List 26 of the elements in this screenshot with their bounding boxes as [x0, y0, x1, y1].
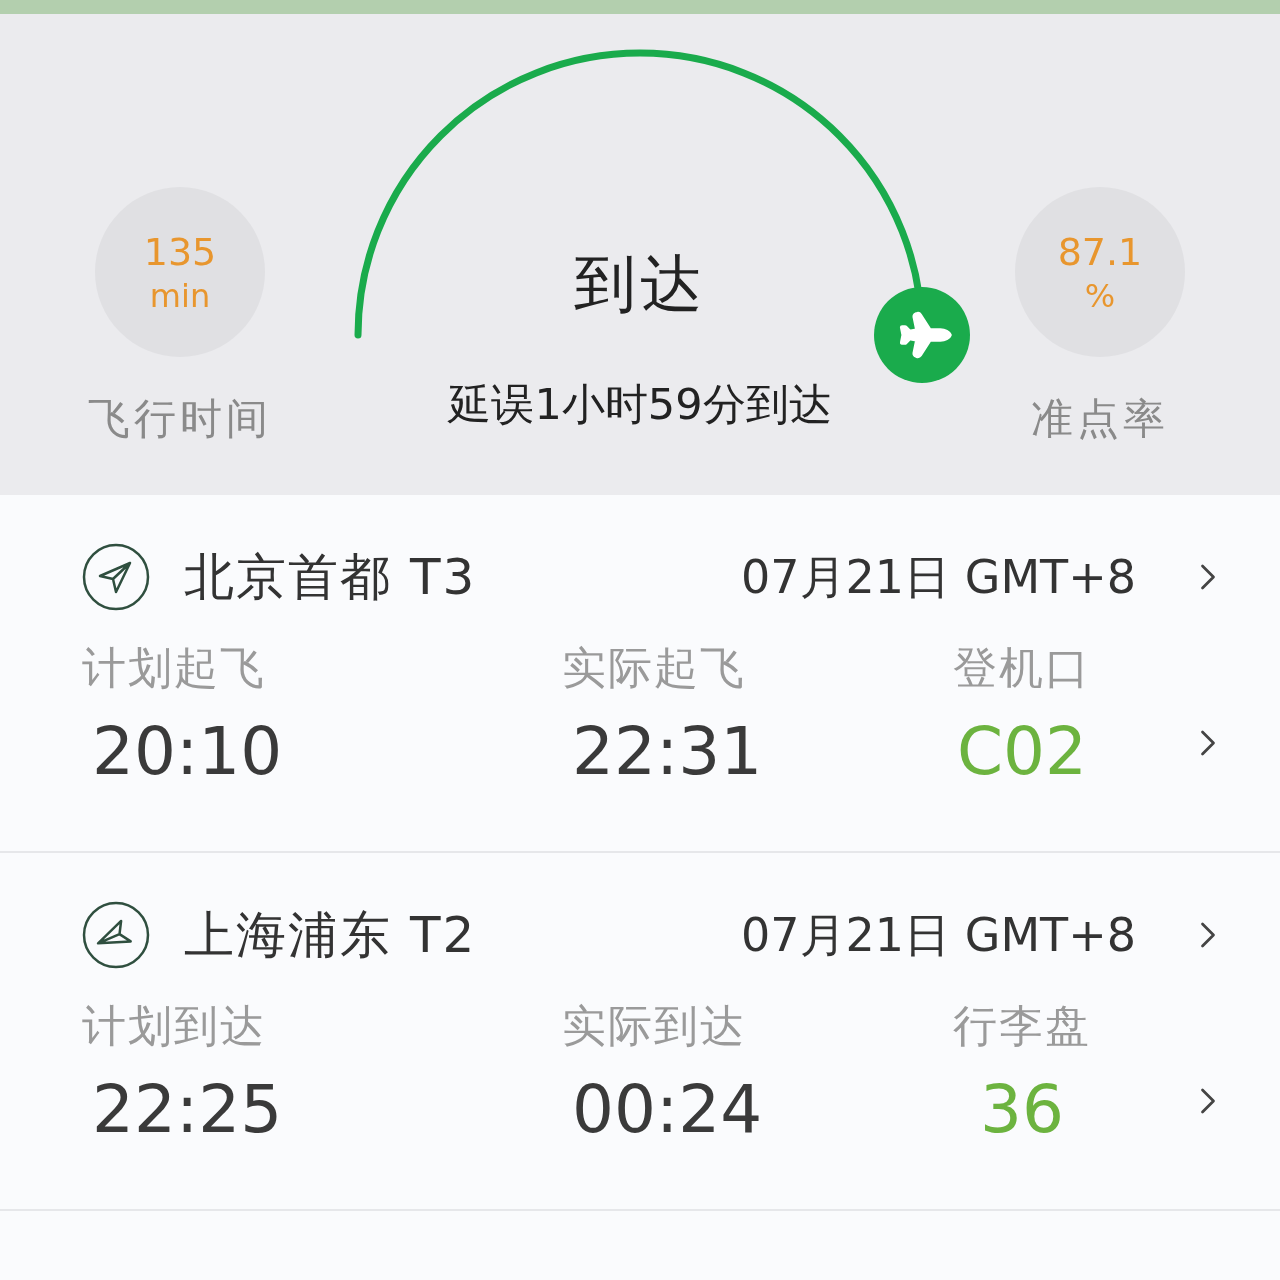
- stat-unit: min: [149, 276, 211, 316]
- paper-plane-icon: [82, 543, 150, 611]
- field-value: C02: [956, 712, 1088, 792]
- paper-plane-icon: [82, 901, 150, 969]
- field-label: 行李盘: [953, 999, 1091, 1053]
- field-value: 22:31: [571, 712, 764, 792]
- field-label: 登机口: [953, 641, 1091, 695]
- field-value: 22:25: [91, 1070, 284, 1150]
- stat-value: 87.1: [1057, 229, 1143, 276]
- delay-text: 延误1小时59分到达: [448, 378, 832, 431]
- flight-date: 07月21日 GMT+8: [741, 906, 1136, 964]
- field-label: 实际起飞: [562, 641, 747, 695]
- stat-label: 飞行时间: [88, 393, 272, 445]
- field-value: 20:10: [91, 712, 284, 792]
- airport-name: 北京首都 T3: [184, 546, 477, 608]
- field-label: 计划到达: [82, 999, 267, 1053]
- field-label: 实际到达: [562, 999, 747, 1053]
- flight-date: 07月21日 GMT+8: [741, 548, 1136, 606]
- stat-unit: %: [1084, 276, 1116, 316]
- stat-label: 准点率: [1031, 393, 1169, 445]
- status-title: 到达: [574, 246, 706, 322]
- field-value: 36: [980, 1070, 1064, 1150]
- stat-value: 135: [143, 229, 217, 276]
- field-value: 00:24: [571, 1070, 764, 1150]
- field-label: 计划起飞: [82, 641, 267, 695]
- airport-name: 上海浦东 T2: [184, 904, 477, 966]
